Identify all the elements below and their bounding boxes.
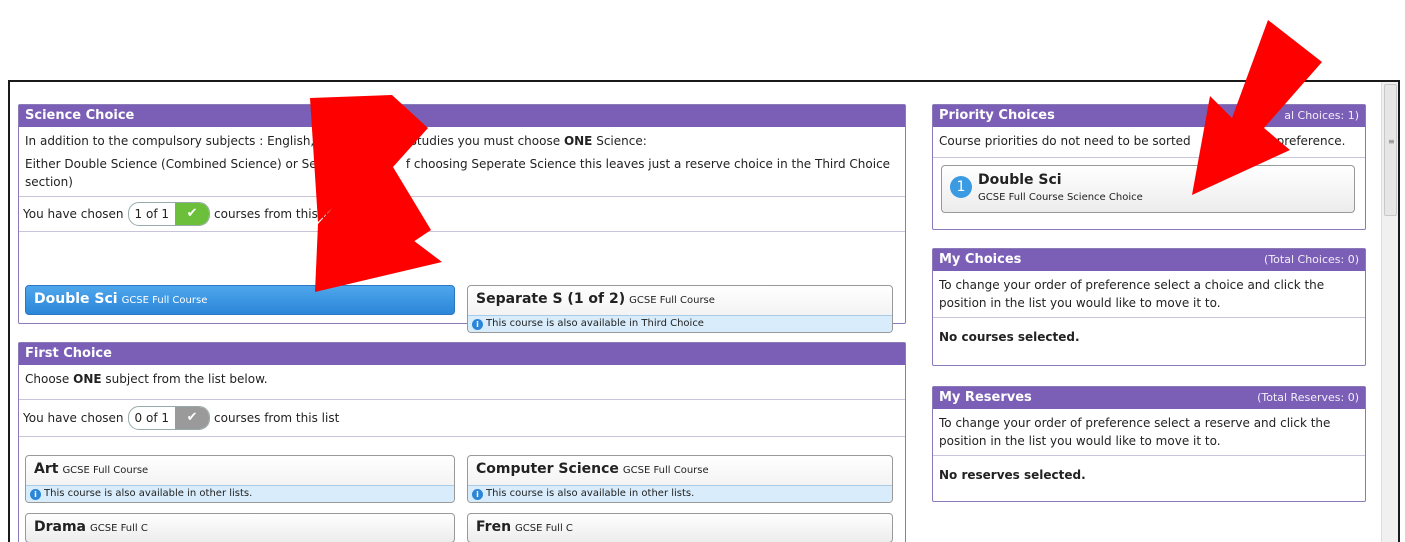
scrollbar-thumb[interactable]: ≡	[1384, 84, 1397, 216]
course-drama[interactable]: Drama GCSE Full C	[25, 513, 455, 542]
course-note: i This course is also available in other …	[26, 485, 454, 502]
panel-header: Science Choice	[19, 105, 905, 127]
course-separate-science[interactable]: Separate S (1 of 2) GCSE Full Course i Thi…	[467, 285, 893, 333]
course-art[interactable]: Art GCSE Full Course i This course is also…	[25, 455, 455, 503]
total-count: (Total Reserves: 0)	[1257, 391, 1359, 404]
course-note: i This course is also available in other …	[468, 485, 892, 502]
grip-icon: ≡	[1388, 137, 1395, 146]
divider	[933, 157, 1365, 158]
chosen-status: You have chosen 0 of 1 ✔ courses from th…	[19, 400, 905, 436]
panel-header: First Choice	[19, 343, 905, 365]
empty-message: No courses selected.	[939, 330, 1080, 344]
panel-title: First Choice	[25, 346, 112, 361]
first-intro: Choose ONE subject from the list below.	[25, 372, 268, 386]
check-icon: ✔	[175, 407, 210, 429]
info-icon: i	[30, 489, 41, 500]
priority-choices-panel: Priority Choices al Choices: 1) Course p…	[932, 104, 1366, 230]
priority-text: Course priorities do not need to be sort…	[939, 134, 1346, 148]
total-count: (Total Choices: 0)	[1264, 253, 1359, 266]
page-frame: Science Choice In addition to the compul…	[8, 80, 1400, 542]
panel-header: My Reserves (Total Reserves: 0)	[933, 387, 1365, 409]
vertical-scrollbar[interactable]: ≡	[1381, 82, 1398, 542]
chosen-counter: 0 of 1 ✔	[127, 406, 211, 430]
priority-card-title: Double Sci	[978, 172, 1062, 188]
chosen-status: You have chosen 1 of 1 ✔ courses from th…	[19, 197, 905, 231]
chosen-counter: 1 of 1 ✔	[127, 202, 211, 226]
panel-title: My Choices	[939, 252, 1022, 267]
my-choices-panel: My Choices (Total Choices: 0) To change …	[932, 248, 1366, 366]
course-computer-science[interactable]: Computer Science GCSE Full Course i This c…	[467, 455, 893, 503]
priority-card-double-sci[interactable]: 1 Double Sci GCSE Full Course Science Ch…	[941, 165, 1355, 213]
info-icon: i	[472, 489, 483, 500]
divider	[19, 231, 905, 232]
course-note: i This course is also available in Third …	[468, 315, 892, 332]
empty-message: No reserves selected.	[939, 468, 1086, 482]
panel-title: My Reserves	[939, 390, 1032, 405]
course-french[interactable]: Fren GCSE Full C	[467, 513, 893, 542]
science-detail: Either Double Science (Combined Science)…	[25, 157, 891, 189]
my-choices-text: To change your order of preference selec…	[939, 278, 1325, 310]
divider	[19, 436, 905, 437]
panel-header: My Choices (Total Choices: 0)	[933, 249, 1365, 271]
panel-title: Science Choice	[25, 108, 135, 123]
total-count: al Choices: 1)	[1284, 109, 1359, 122]
my-reserves-panel: My Reserves (Total Reserves: 0) To chang…	[932, 386, 1366, 502]
first-choice-panel: First Choice Choose ONE subject from the…	[18, 342, 906, 542]
rank-badge: 1	[950, 176, 972, 198]
panel-header: Priority Choices al Choices: 1)	[933, 105, 1365, 127]
science-choice-panel: Science Choice In addition to the compul…	[18, 104, 906, 333]
priority-card-subtitle: GCSE Full Course Science Choice	[978, 192, 1143, 203]
course-double-sci[interactable]: Double Sci GCSE Full Course	[25, 285, 455, 315]
panel-title: Priority Choices	[939, 108, 1055, 123]
info-icon: i	[472, 319, 483, 330]
my-reserves-text: To change your order of preference selec…	[939, 416, 1331, 448]
check-icon: ✔	[175, 203, 210, 225]
science-intro: In addition to the compulsory subjects :…	[25, 134, 647, 148]
